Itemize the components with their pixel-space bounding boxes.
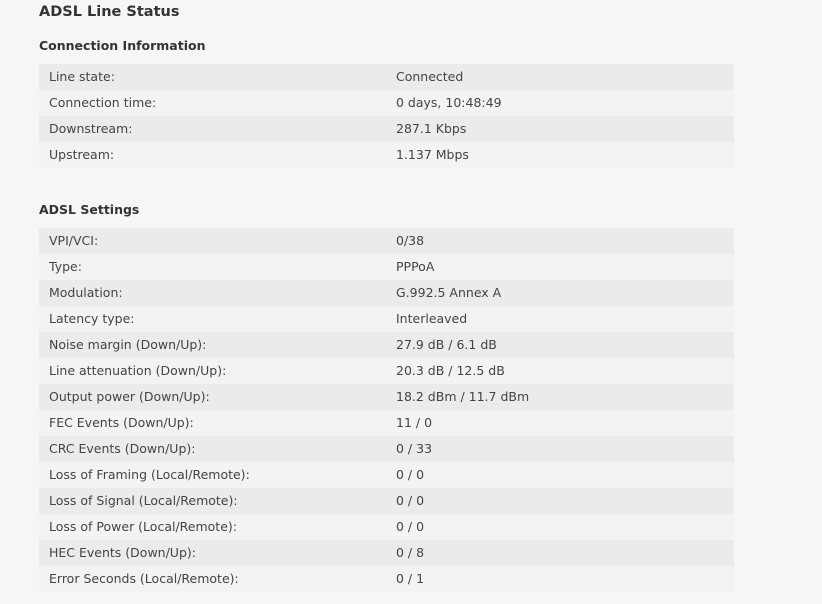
row-value: 0 / 0 [396,519,425,534]
adsl-settings-title: ADSL Settings [39,202,140,217]
row-value: 0 / 33 [396,441,433,456]
row-label: Loss of Power (Local/Remote): [49,519,237,534]
row-value: 287.1 Kbps [396,121,467,136]
connection-info-title: Connection Information [39,38,206,53]
row-label: Line state: [49,69,115,84]
adsl-settings-table: VPI/VCI: 0/38 Type: PPPoA Modulation: G.… [39,228,734,592]
row-label: Noise margin (Down/Up): [49,337,207,352]
row-value: Connected [396,69,464,84]
connection-info-table: Line state: Connected Connection time: 0… [39,64,734,168]
row-value: 20.3 dB / 12.5 dB [396,363,505,378]
row-value: 11 / 0 [396,415,433,430]
row-label: Line attenuation (Down/Up): [49,363,227,378]
adsl-status-page: ADSL Line Status Connection Information … [0,0,822,604]
table-row: Noise margin (Down/Up): 27.9 dB / 6.1 dB [39,332,734,358]
table-row: Latency type: Interleaved [39,306,734,332]
table-row: Loss of Framing (Local/Remote): 0 / 0 [39,462,734,488]
row-value: 18.2 dBm / 11.7 dBm [396,389,530,404]
row-value: G.992.5 Annex A [396,285,502,300]
table-row: Output power (Down/Up): 18.2 dBm / 11.7 … [39,384,734,410]
row-label: Connection time: [49,95,157,110]
row-value: 27.9 dB / 6.1 dB [396,337,497,352]
table-row: Modulation: G.992.5 Annex A [39,280,734,306]
table-row: Upstream: 1.137 Mbps [39,142,734,168]
table-row: Type: PPPoA [39,254,734,280]
row-label: Loss of Signal (Local/Remote): [49,493,238,508]
row-value: 0 / 1 [396,571,425,586]
row-label: CRC Events (Down/Up): [49,441,196,456]
row-label: VPI/VCI: [49,233,99,248]
table-row: Error Seconds (Local/Remote): 0 / 1 [39,566,734,592]
row-value: 0 / 8 [396,545,425,560]
row-label: Error Seconds (Local/Remote): [49,571,239,586]
row-label: Latency type: [49,311,135,326]
row-value: 0 / 0 [396,467,425,482]
row-label: Modulation: [49,285,123,300]
page-title: ADSL Line Status [39,4,180,20]
row-label: Output power (Down/Up): [49,389,210,404]
table-row: HEC Events (Down/Up): 0 / 8 [39,540,734,566]
row-value: 0/38 [396,233,425,248]
table-row: FEC Events (Down/Up): 11 / 0 [39,410,734,436]
table-row: Loss of Power (Local/Remote): 0 / 0 [39,514,734,540]
row-value: PPPoA [396,259,435,274]
row-label: Type: [49,259,82,274]
table-row: VPI/VCI: 0/38 [39,228,734,254]
row-label: Downstream: [49,121,133,136]
table-row: CRC Events (Down/Up): 0 / 33 [39,436,734,462]
table-row: Connection time: 0 days, 10:48:49 [39,90,734,116]
row-value: 1.137 Mbps [396,147,469,162]
row-value: 0 / 0 [396,493,425,508]
row-value: Interleaved [396,311,468,326]
row-label: FEC Events (Down/Up): [49,415,194,430]
table-row: Downstream: 287.1 Kbps [39,116,734,142]
table-row: Line state: Connected [39,64,734,90]
row-label: Loss of Framing (Local/Remote): [49,467,250,482]
row-label: HEC Events (Down/Up): [49,545,196,560]
row-label: Upstream: [49,147,115,162]
table-row: Loss of Signal (Local/Remote): 0 / 0 [39,488,734,514]
table-row: Line attenuation (Down/Up): 20.3 dB / 12… [39,358,734,384]
row-value: 0 days, 10:48:49 [396,95,502,110]
